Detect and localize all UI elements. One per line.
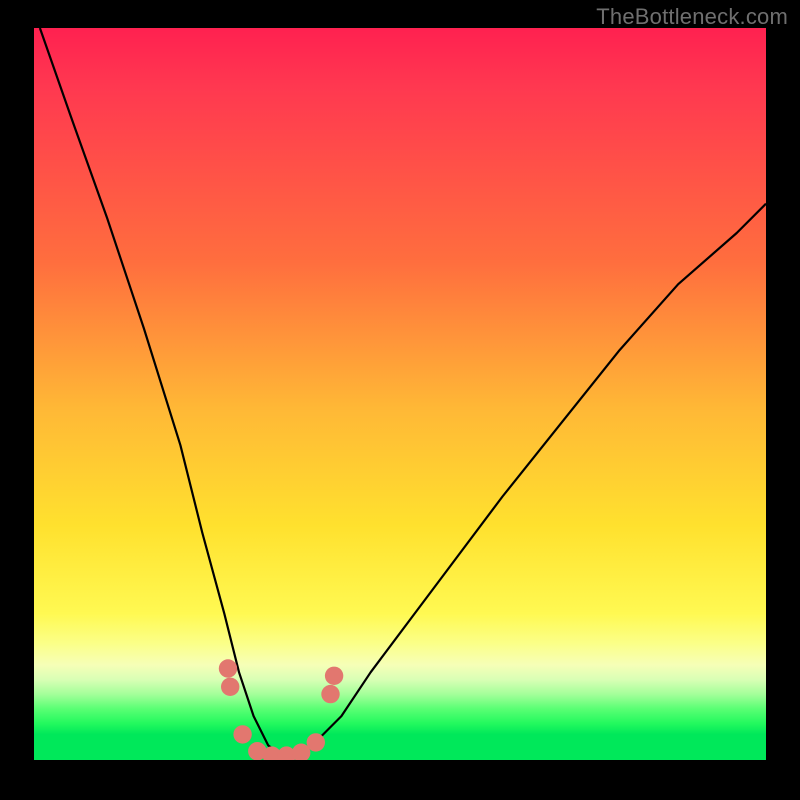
bottleneck-curve	[40, 28, 766, 756]
plot-area	[34, 28, 766, 760]
marker-point	[221, 678, 239, 696]
marker-point	[325, 667, 343, 685]
highlight-markers	[219, 659, 343, 760]
chart-svg	[34, 28, 766, 760]
chart-stage: TheBottleneck.com	[0, 0, 800, 800]
watermark-text: TheBottleneck.com	[596, 4, 788, 30]
marker-point	[307, 733, 325, 751]
marker-point	[321, 685, 339, 703]
marker-point	[219, 659, 237, 677]
marker-point	[233, 725, 251, 743]
